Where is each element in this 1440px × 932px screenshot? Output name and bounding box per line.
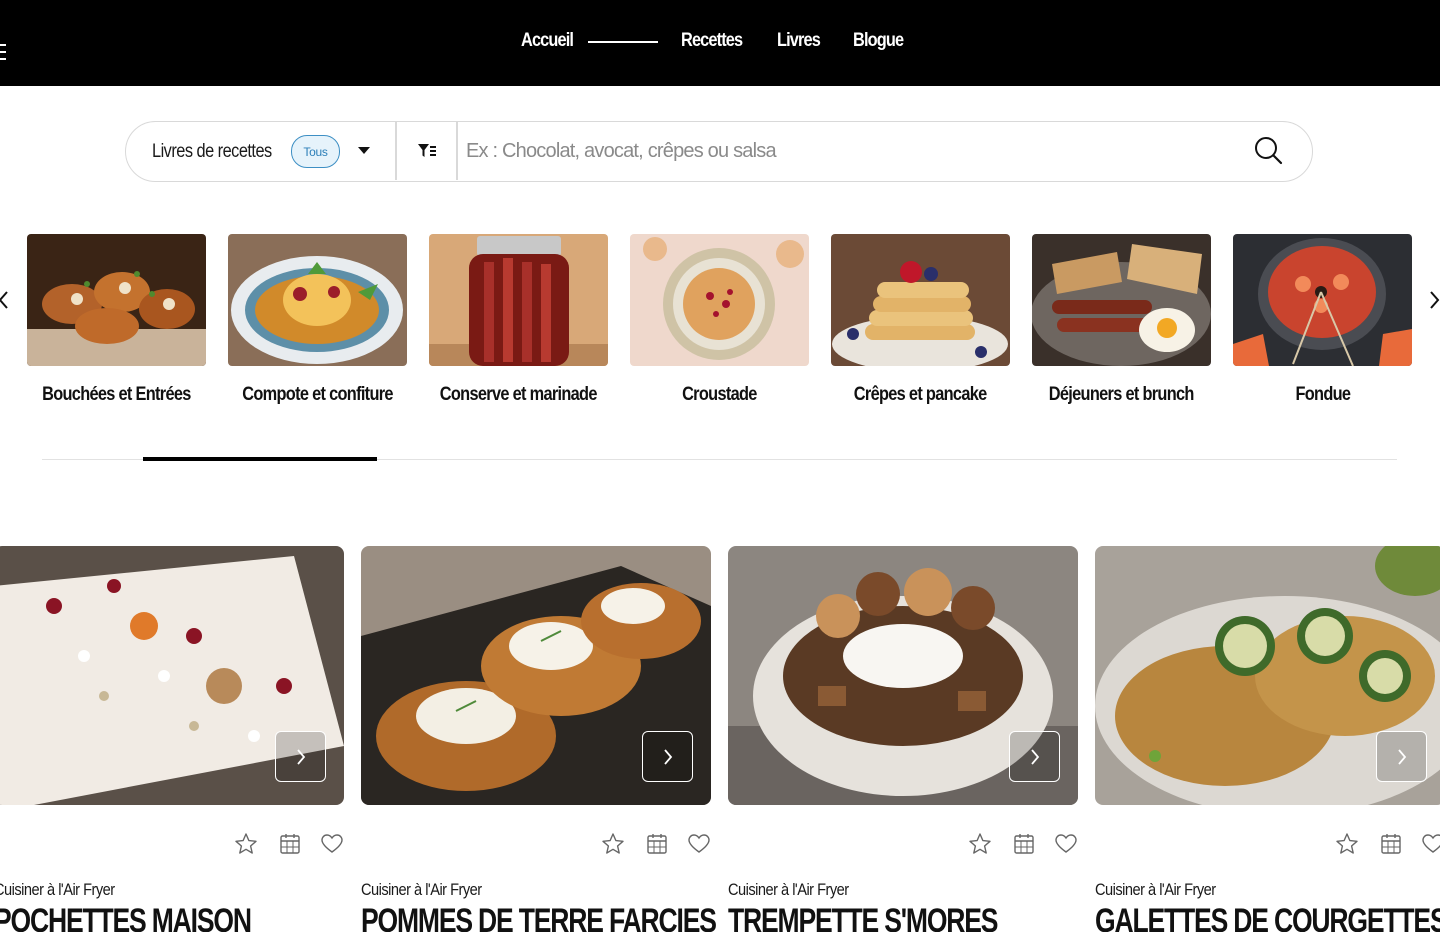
category-label: Croustade — [682, 384, 757, 405]
heart-icon[interactable] — [320, 832, 344, 856]
heart-icon[interactable] — [1421, 832, 1440, 856]
nav-link-recettes[interactable]: Recettes — [681, 30, 743, 52]
chevron-right-icon — [1397, 748, 1406, 765]
cookbook-dropdown-label: Livres de recettes — [152, 141, 272, 162]
caret-down-icon — [358, 147, 370, 154]
category-image — [228, 234, 407, 366]
recipe-cookbook[interactable]: Cuisiner à l'Air Fryer — [728, 880, 849, 900]
category-crepes-et-pancake[interactable]: Crêpes et pancake — [831, 234, 1010, 405]
category-image — [429, 234, 608, 366]
cookbook-dropdown[interactable]: Livres de recettes Tous — [126, 122, 396, 180]
recipe-open-button[interactable] — [1009, 731, 1060, 782]
recipe-open-button[interactable] — [275, 731, 326, 782]
recipe-open-button[interactable] — [642, 731, 693, 782]
divider — [456, 122, 458, 180]
recipe-open-button[interactable] — [1376, 731, 1427, 782]
category-label: Conserve et marinade — [440, 384, 598, 405]
carousel-prev-button[interactable] — [0, 290, 10, 310]
category-image — [1233, 234, 1412, 366]
nav-link-livres[interactable]: Livres — [777, 30, 821, 52]
recipe-title[interactable]: POMMES DE TERRE FARCIES — [361, 902, 717, 932]
category-compote-et-confiture[interactable]: Compote et confiture — [228, 234, 407, 405]
recipe-card[interactable]: Cuisiner à l'Air Fryer GALETTES DE COURG… — [1095, 546, 1440, 932]
recipe-title[interactable]: POCHETTES MAISON — [0, 902, 252, 932]
carousel-next-button[interactable] — [1428, 290, 1440, 310]
category-fondue[interactable]: Fondue — [1233, 234, 1412, 405]
chevron-right-icon — [663, 748, 672, 765]
chevron-right-icon — [1430, 291, 1440, 309]
category-croustade[interactable]: Croustade — [630, 234, 809, 405]
category-label: Crêpes et pancake — [854, 384, 987, 405]
category-label: Compote et confiture — [242, 384, 393, 405]
divider — [395, 122, 397, 180]
category-label: Fondue — [1295, 384, 1351, 405]
active-nav-indicator — [588, 41, 658, 43]
star-icon[interactable] — [968, 832, 992, 856]
recipe-title[interactable]: GALETTES DE COURGETTES ET — [1095, 902, 1440, 932]
search-icon — [1255, 137, 1283, 165]
category-image — [1032, 234, 1211, 366]
category-image — [27, 234, 206, 366]
top-navigation-bar: Accueil Recettes Livres Blogue — [0, 0, 1440, 86]
chevron-left-icon — [0, 291, 8, 309]
calendar-icon[interactable] — [1379, 832, 1403, 856]
nav-link-blogue[interactable]: Blogue — [853, 30, 904, 52]
selected-filter-badge: Tous — [291, 135, 340, 168]
category-label: Déjeuners et brunch — [1049, 384, 1195, 405]
category-dejeuners-et-brunch[interactable]: Déjeuners et brunch — [1032, 234, 1211, 405]
recipe-cookbook[interactable]: Cuisiner à l'Air Fryer — [0, 880, 115, 900]
recipe-card[interactable]: Cuisiner à l'Air Fryer POCHETTES MAISON — [0, 546, 344, 932]
calendar-icon[interactable] — [1012, 832, 1036, 856]
star-icon[interactable] — [234, 832, 258, 856]
recipe-cookbook[interactable]: Cuisiner à l'Air Fryer — [1095, 880, 1216, 900]
category-image — [831, 234, 1010, 366]
filter-icon — [418, 144, 436, 157]
search-button[interactable] — [1254, 136, 1284, 166]
recipe-card[interactable]: Cuisiner à l'Air Fryer TREMPETTE S'MORES — [728, 546, 1078, 932]
chevron-right-icon — [296, 748, 305, 765]
heart-icon[interactable] — [1054, 832, 1078, 856]
nav-link-accueil[interactable]: Accueil — [521, 30, 574, 52]
star-icon[interactable] — [1335, 832, 1359, 856]
category-bouchees-et-entrees[interactable]: Bouchées et Entrées — [27, 234, 206, 405]
category-conserve-et-marinade[interactable]: Conserve et marinade — [429, 234, 608, 405]
star-icon[interactable] — [601, 832, 625, 856]
carousel-scroll-thumb[interactable] — [143, 457, 377, 461]
heart-icon[interactable] — [687, 832, 711, 856]
category-label: Bouchées et Entrées — [42, 384, 191, 405]
recipe-search-bar: Livres de recettes Tous — [125, 121, 1313, 182]
recipe-title[interactable]: TREMPETTE S'MORES — [728, 902, 998, 932]
main-nav: Accueil Recettes Livres Blogue — [0, 0, 1440, 86]
category-image — [630, 234, 809, 366]
recipe-card[interactable]: Cuisiner à l'Air Fryer POMMES DE TERRE F… — [361, 546, 717, 932]
search-input[interactable] — [466, 132, 1236, 170]
recipe-cookbook[interactable]: Cuisiner à l'Air Fryer — [361, 880, 482, 900]
calendar-icon[interactable] — [278, 832, 302, 856]
chevron-right-icon — [1030, 748, 1039, 765]
calendar-icon[interactable] — [645, 832, 669, 856]
filter-button[interactable] — [398, 122, 456, 180]
